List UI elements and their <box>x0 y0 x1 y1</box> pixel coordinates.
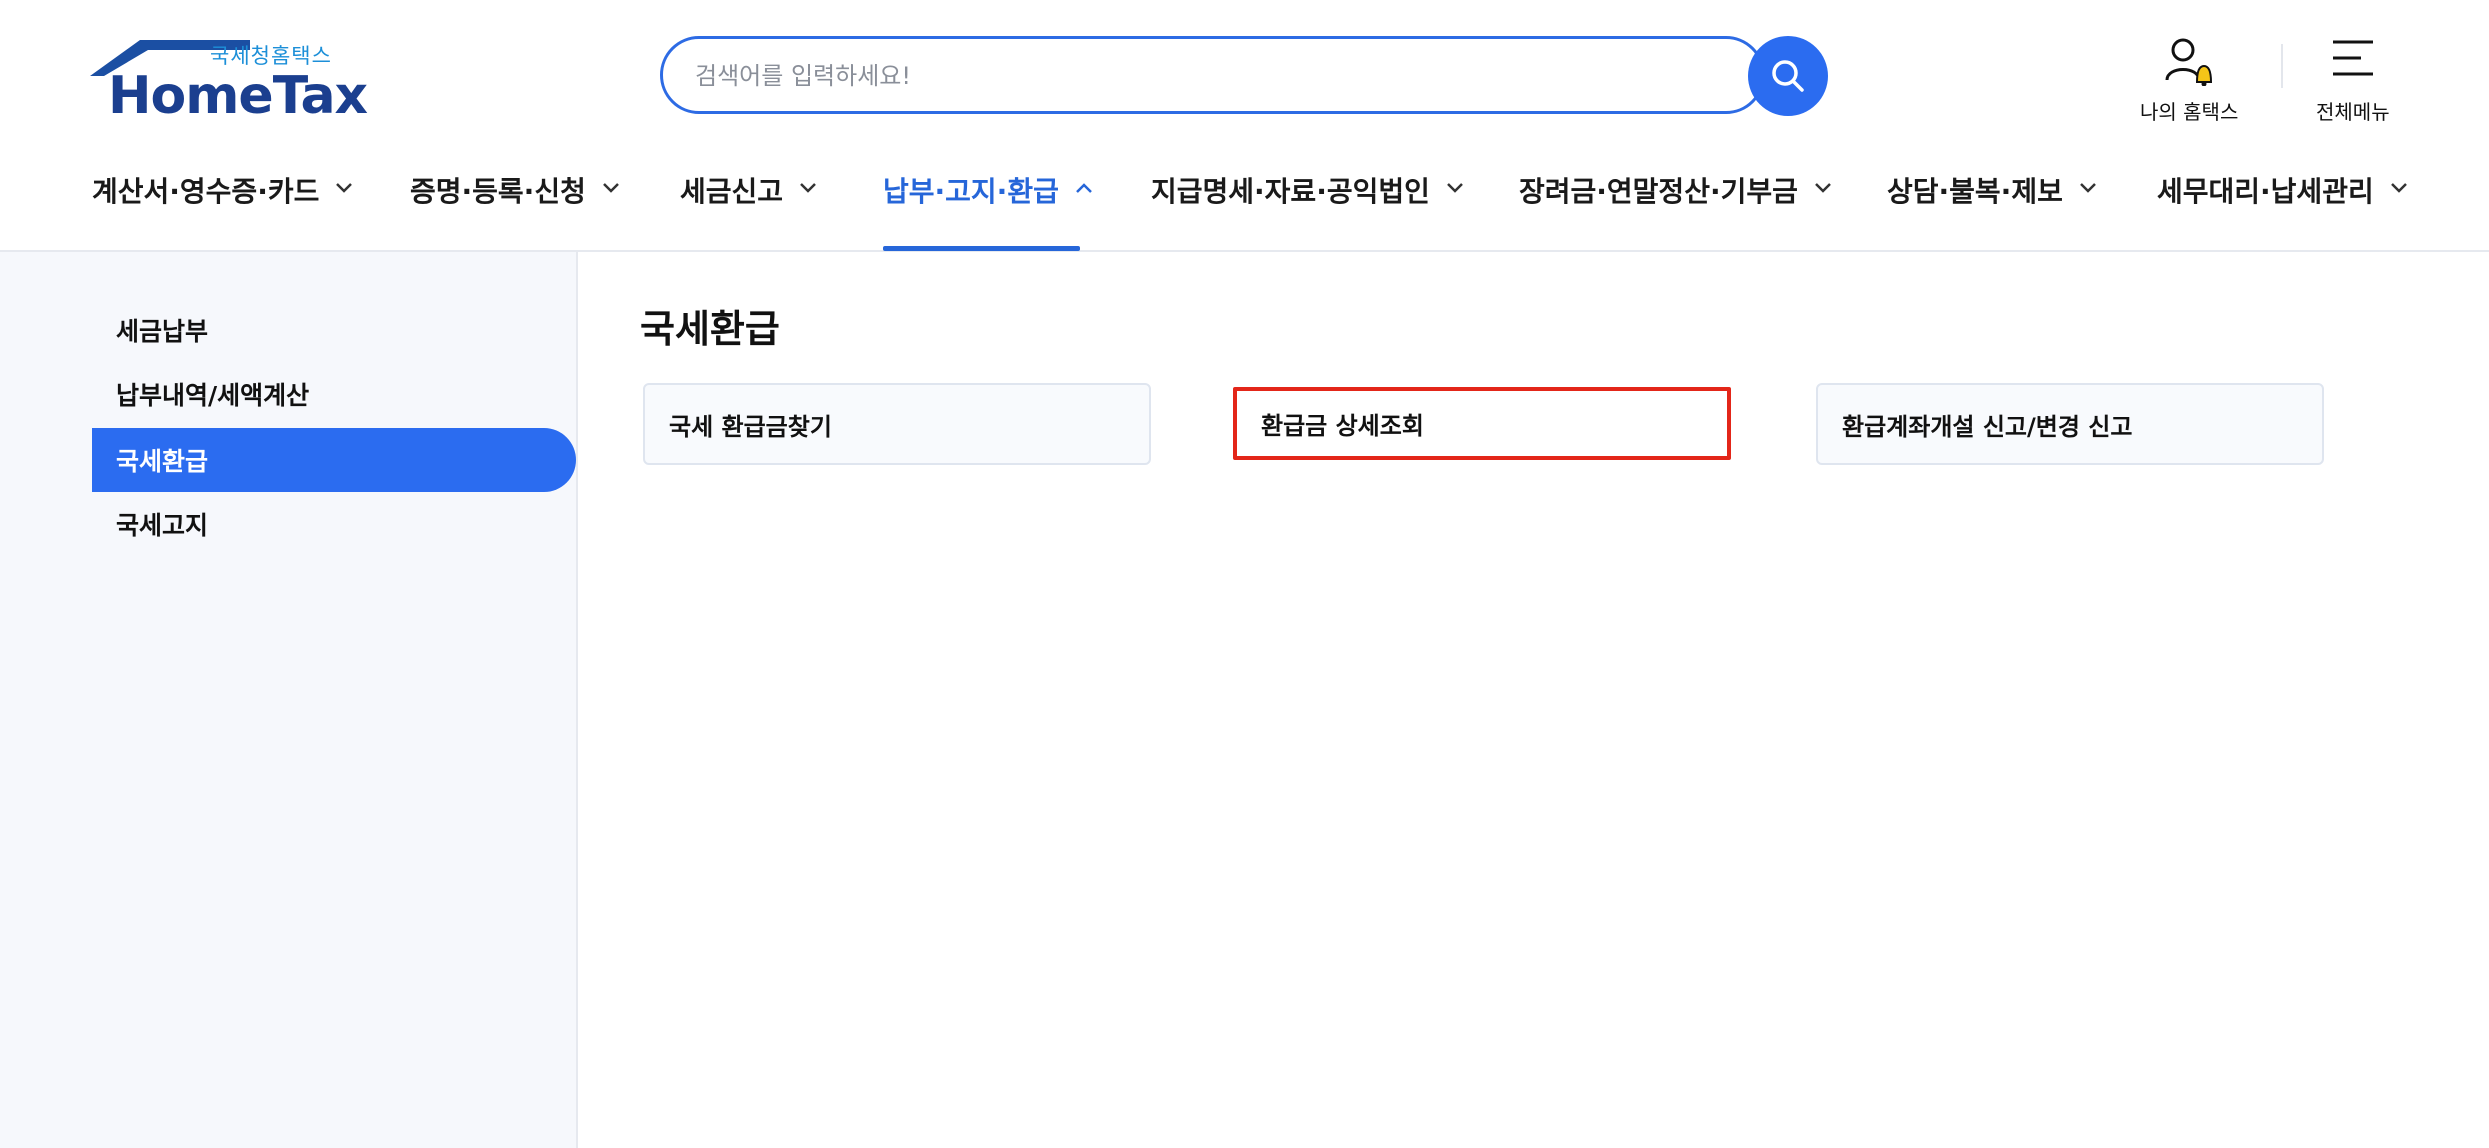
gnb-item-tax-agent[interactable]: 세무대리·납세관리 <box>2157 170 2408 250</box>
sidebar-item-tax-payment[interactable]: 세금납부 <box>92 298 576 362</box>
chevron-down-icon <box>602 183 619 193</box>
card-refund-detail[interactable]: 환급금 상세조회 <box>1233 387 1731 460</box>
all-menu-button[interactable]: 전체메뉴 <box>2316 36 2390 125</box>
search-bar <box>660 36 1765 114</box>
user-bell-icon <box>2165 38 2213 87</box>
gnb-item-consultation[interactable]: 상담·불복·제보 <box>1887 170 2097 250</box>
gnb-label: 납부·고지·환급 <box>883 175 1059 208</box>
gnb-label: 증명·등록·신청 <box>410 175 586 208</box>
gnb-item-tax-report[interactable]: 세금신고 <box>680 170 817 250</box>
chevron-down-icon <box>1446 183 1463 193</box>
chevron-up-icon <box>1075 183 1092 193</box>
hometax-logo[interactable]: 국세청홈택스 HomeTax <box>90 36 368 126</box>
sidebar-item-label: 납부내역/세액계산 <box>116 381 310 410</box>
gnb-item-invoice[interactable]: 계산서·영수증·카드 <box>92 170 353 250</box>
card-label: 국세 환급금찾기 <box>669 412 832 441</box>
gnb-item-incentive[interactable]: 장려금·연말정산·기부금 <box>1519 170 1832 250</box>
gnb-label: 세무대리·납세관리 <box>2157 175 2374 208</box>
gnb-item-payment-refund[interactable]: 납부·고지·환급 <box>883 170 1093 250</box>
gnb-item-payment-statement[interactable]: 지급명세·자료·공익법인 <box>1151 170 1464 250</box>
card-refund-account[interactable]: 환급계좌개설 신고/변경 신고 <box>1816 383 2324 465</box>
my-hometax-label: 나의 홈택스 <box>2140 100 2239 124</box>
sidebar-item-label: 국세고지 <box>116 511 209 540</box>
card-label: 환급계좌개설 신고/변경 신고 <box>1842 412 2133 441</box>
global-nav: 계산서·영수증·카드 증명·등록·신청 세금신고 납부·고지·환급 지급명세·자… <box>0 160 2489 250</box>
sidebar-item-national-notice[interactable]: 국세고지 <box>92 492 576 556</box>
gnb-label: 세금신고 <box>680 175 784 208</box>
sidebar-item-payment-history[interactable]: 납부내역/세액계산 <box>92 362 576 426</box>
active-tab-indicator <box>883 246 1080 251</box>
gnb-item-certificate[interactable]: 증명·등록·신청 <box>410 170 620 250</box>
logo-wordmark: HomeTax <box>108 66 368 126</box>
card-find-refund[interactable]: 국세 환급금찾기 <box>643 383 1151 465</box>
left-sidebar: 세금납부 납부내역/세액계산 국세환급 국세고지 <box>0 252 578 1148</box>
chevron-down-icon <box>336 183 353 193</box>
gnb-label: 장려금·연말정산·기부금 <box>1519 175 1798 208</box>
chevron-down-icon <box>2079 183 2096 193</box>
hamburger-menu-icon <box>2332 40 2373 76</box>
search-input[interactable] <box>693 39 1677 113</box>
chevron-down-icon <box>2390 183 2407 193</box>
sidebar-item-national-refund[interactable]: 국세환급 <box>92 428 576 492</box>
chevron-down-icon <box>1814 183 1831 193</box>
page-title: 국세환급 <box>640 307 780 351</box>
my-hometax-button[interactable]: 나의 홈택스 <box>2140 36 2238 125</box>
all-menu-label: 전체메뉴 <box>2316 100 2390 124</box>
sidebar-item-label: 세금납부 <box>116 317 209 346</box>
gnb-label: 지급명세·자료·공익법인 <box>1151 175 1430 208</box>
chevron-down-icon <box>800 183 816 193</box>
site-header: 국세청홈택스 HomeTax 나의 홈택스 전체메뉴 계산서·영수증·카드 <box>0 0 2489 252</box>
util-divider <box>2281 44 2283 88</box>
gnb-label: 계산서·영수증·카드 <box>92 175 320 208</box>
search-button[interactable] <box>1748 36 1828 116</box>
gnb-label: 상담·불복·제보 <box>1887 175 2063 208</box>
sidebar-item-label: 국세환급 <box>116 447 209 476</box>
search-icon <box>1772 60 1804 92</box>
card-label: 환급금 상세조회 <box>1261 412 1424 440</box>
